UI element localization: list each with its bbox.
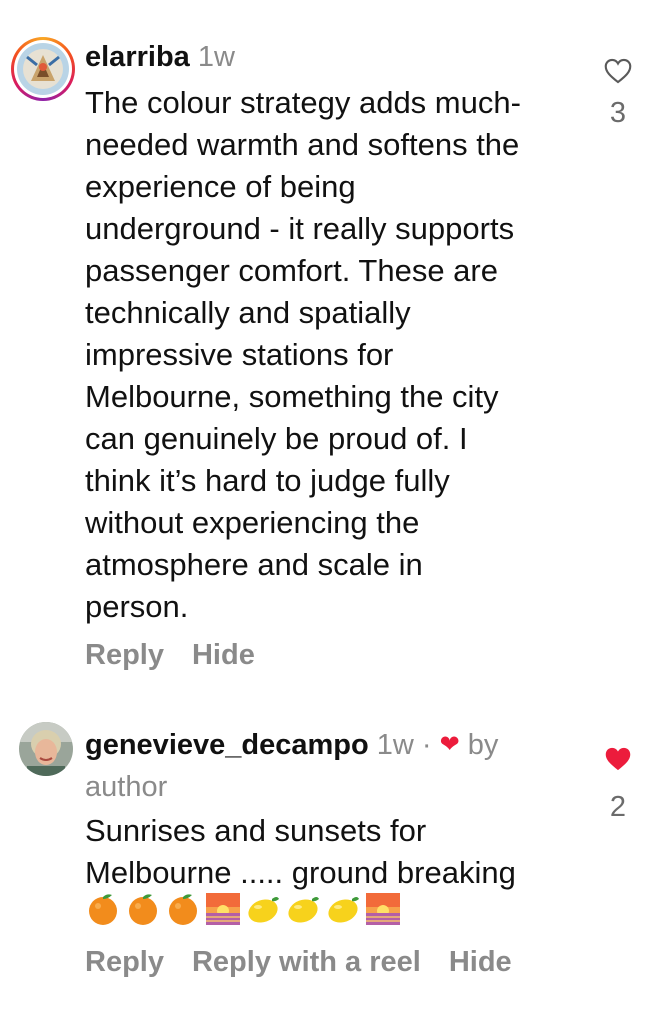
like-count: 3 [609, 97, 627, 129]
comment-actions: Reply Reply with a reel Hide [85, 946, 512, 979]
username[interactable]: genevieve_decampo [85, 729, 369, 761]
sunrise-emoji [366, 893, 400, 925]
author-heart-icon: ❤ [439, 731, 460, 758]
username[interactable]: elarriba [85, 41, 190, 73]
lemon-emoji [248, 897, 279, 923]
like-count: 2 [609, 791, 627, 823]
avatar-elarriba[interactable] [11, 37, 75, 101]
comment-text: The colour strategy adds much- needed wa… [85, 85, 521, 624]
sunrise-emoji [206, 893, 240, 925]
timestamp: 1w · [376, 729, 432, 761]
hide-button[interactable]: Hide [449, 946, 512, 979]
hide-button[interactable]: Hide [192, 639, 255, 672]
like-column: 3 [598, 58, 638, 130]
orange-emoji [89, 894, 117, 925]
reply-button[interactable]: Reply [85, 946, 164, 979]
comment-header: genevieve_decampo 1w · ❤ by author [85, 724, 555, 808]
by-author-label: by [467, 729, 499, 761]
by-author-label-2: author [85, 771, 168, 803]
orange-emoji [129, 894, 157, 925]
avatar-image [19, 722, 73, 776]
comment-header: elarriba 1w [85, 36, 235, 78]
timestamp: 1w [197, 41, 235, 73]
heart-outline-icon[interactable] [604, 58, 632, 84]
comment-actions: Reply Hide [85, 639, 255, 672]
reply-with-reel-button[interactable]: Reply with a reel [192, 946, 421, 979]
comment-text: Sunrises and sunsets for Melbourne .....… [85, 813, 516, 890]
lemon-emoji [328, 897, 359, 923]
orange-emoji [169, 894, 197, 925]
emoji-row [85, 891, 401, 927]
avatar-image [17, 43, 69, 95]
avatar-genevieve[interactable] [19, 722, 73, 776]
reply-button[interactable]: Reply [85, 639, 164, 672]
lemon-emoji [288, 897, 319, 923]
like-column: 2 [598, 746, 638, 824]
heart-filled-icon[interactable] [604, 746, 632, 772]
